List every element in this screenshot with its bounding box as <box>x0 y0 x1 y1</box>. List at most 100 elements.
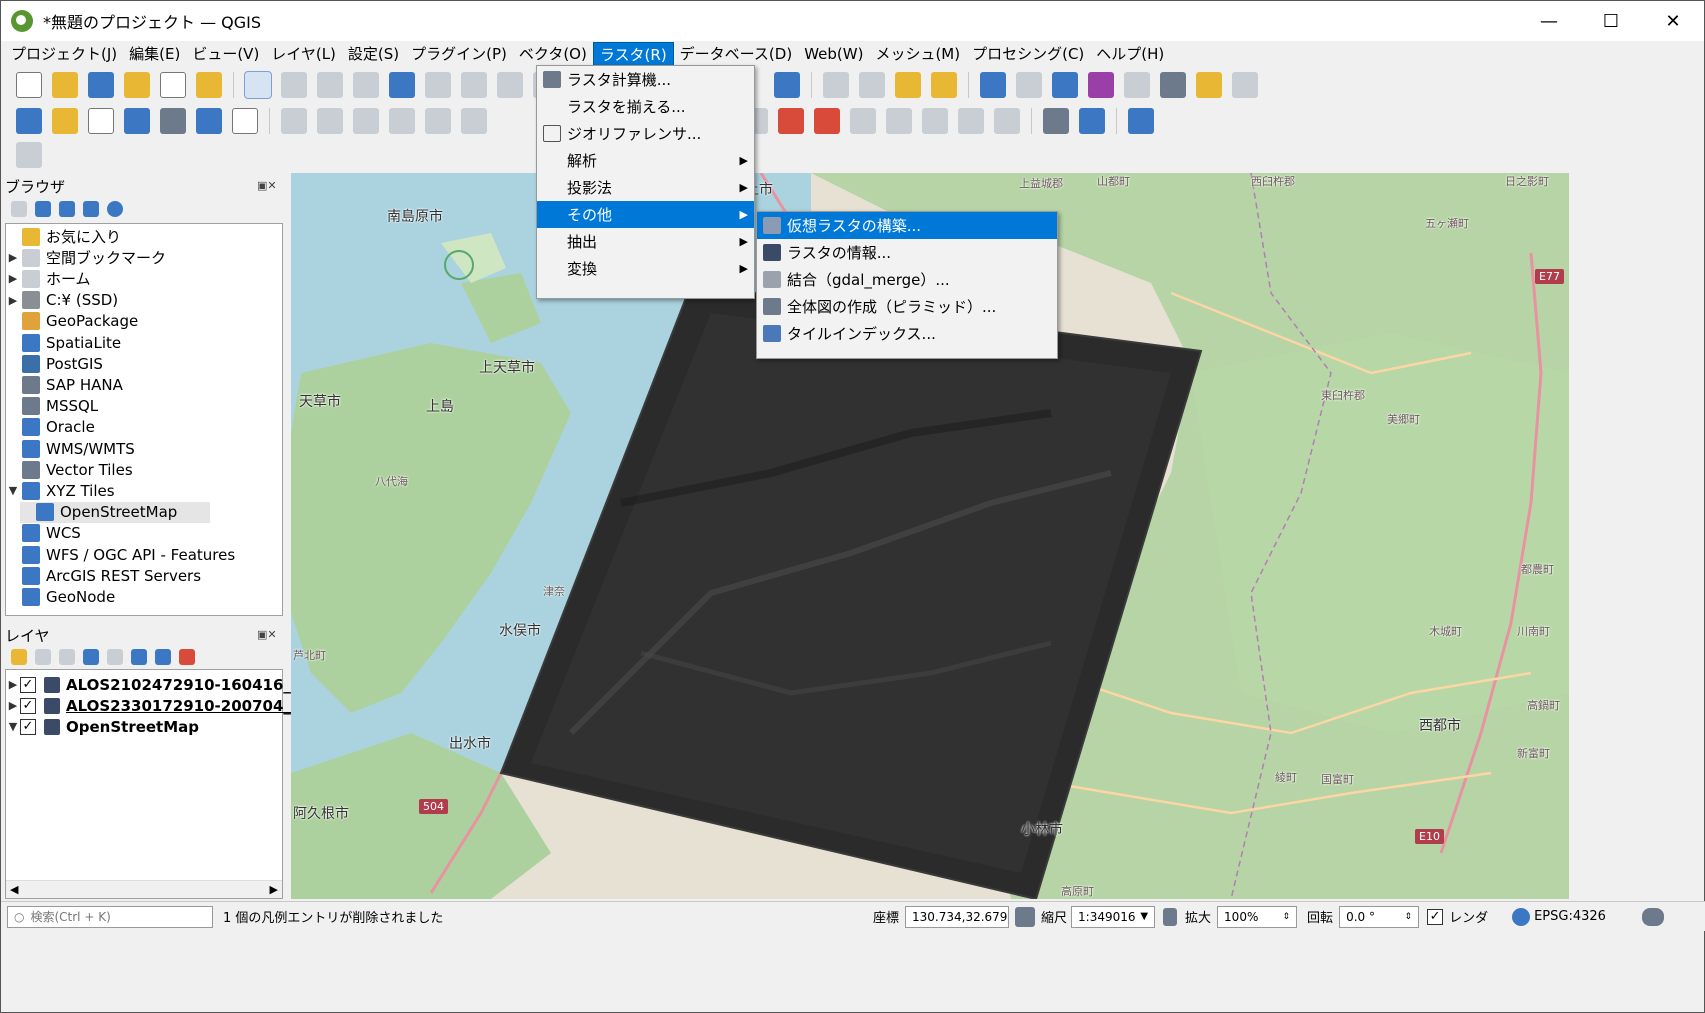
pan-to-selection-icon[interactable] <box>281 72 307 98</box>
browser-item[interactable]: Oracle <box>6 417 95 438</box>
close-button[interactable]: ✕ <box>1642 1 1704 41</box>
locator-search-input[interactable]: ○ 検索(Ctrl + K) <box>7 905 213 928</box>
menu-help[interactable]: ヘルプ(H) <box>1090 42 1170 66</box>
menu-item-tile-index[interactable]: タイルインデックス... <box>757 320 1057 347</box>
scroll-left-icon[interactable]: ◀ <box>10 883 18 896</box>
select-by-value-icon[interactable] <box>859 72 885 98</box>
zoom-native-icon[interactable] <box>497 72 523 98</box>
zoom-out-icon[interactable] <box>353 72 379 98</box>
browser-item[interactable]: OpenStreetMap <box>20 501 210 523</box>
menu-item-miscellaneous[interactable]: その他 ▶ <box>537 201 754 228</box>
add-selected-layers-icon[interactable] <box>11 201 27 217</box>
expand-arrow-icon[interactable]: ▶ <box>6 294 20 307</box>
attribute-table-icon[interactable] <box>1016 72 1042 98</box>
python-console-icon[interactable] <box>1079 108 1105 134</box>
menu-item-build-overviews[interactable]: 全体図の作成（ピラミッド）... <box>757 293 1057 320</box>
menu-item-align-rasters[interactable]: ラスタを揃える... <box>537 93 754 120</box>
add-group-icon[interactable] <box>35 649 51 665</box>
browser-item[interactable]: MSSQL <box>6 396 98 417</box>
menu-layer[interactable]: レイヤ(L) <box>265 42 342 66</box>
data-source-manager-icon[interactable] <box>16 108 42 134</box>
menu-mesh[interactable]: メッシュ(M) <box>869 42 966 66</box>
digitize-pencil-icon[interactable] <box>281 108 307 134</box>
expand-arrow-icon[interactable]: ▼ <box>6 720 20 733</box>
new-print-layout-icon[interactable] <box>124 72 150 98</box>
plugin-globe-icon[interactable] <box>1043 108 1069 134</box>
browser-item[interactable]: ▼ XYZ Tiles <box>6 480 115 501</box>
browser-item[interactable]: お気に入り <box>6 226 121 247</box>
browser-item[interactable]: ▶ C:¥ (SSD) <box>6 290 118 311</box>
browser-item[interactable]: ▶ ホーム <box>6 268 91 289</box>
menu-item-georeferencer[interactable]: ジオリファレンサ... <box>537 120 754 147</box>
expand-arrow-icon[interactable]: ▶ <box>6 251 20 264</box>
filter-legend-icon[interactable] <box>83 649 99 665</box>
spin-arrows-icon[interactable]: ⇕ <box>1283 912 1291 922</box>
save-project-icon[interactable] <box>88 72 114 98</box>
panel-float-close-icon[interactable]: ▣✕ <box>257 628 283 642</box>
expand-arrow-icon[interactable]: ▼ <box>6 484 20 497</box>
browser-item[interactable]: SpatiaLite <box>6 332 121 353</box>
layout-manager-icon[interactable] <box>160 72 186 98</box>
browser-item[interactable]: GeoPackage <box>6 311 138 332</box>
menu-database[interactable]: データベース(D) <box>674 42 799 66</box>
filter-icon[interactable] <box>59 201 75 217</box>
statistics-sigma-icon[interactable] <box>1088 72 1114 98</box>
spin-arrows-icon[interactable]: ⇕ <box>1405 912 1413 922</box>
expand-all-icon[interactable] <box>131 649 147 665</box>
zoom-in-icon[interactable] <box>317 72 343 98</box>
move-label-icon[interactable] <box>922 108 948 134</box>
magnifier-spinbox[interactable]: 100% ⇕ <box>1217 905 1298 928</box>
collapse-all-icon[interactable] <box>155 649 171 665</box>
new-geopackage-layer-icon[interactable] <box>52 108 78 134</box>
locator-icon[interactable] <box>1232 72 1258 98</box>
browser-item[interactable]: Vector Tiles <box>6 459 133 480</box>
chevron-down-icon[interactable]: ▼ <box>1140 911 1148 922</box>
menu-item-analysis[interactable]: 解析 ▶ <box>537 147 754 174</box>
zoom-to-selection-icon[interactable] <box>425 72 451 98</box>
menu-vector[interactable]: ベクタ(O) <box>513 42 593 66</box>
filter-expression-icon[interactable] <box>107 649 123 665</box>
pin-labels-icon[interactable] <box>850 108 876 134</box>
menu-plugins[interactable]: プラグイン(P) <box>405 42 513 66</box>
zoom-full-icon[interactable] <box>389 72 415 98</box>
menu-raster[interactable]: ラスタ(R) <box>592 42 674 66</box>
help-icon[interactable] <box>1128 108 1154 134</box>
browser-item[interactable]: WCS <box>6 523 81 544</box>
vertex-tool-icon[interactable] <box>425 108 451 134</box>
browser-refresh-icon[interactable] <box>35 201 51 217</box>
menu-item-extraction[interactable]: 抽出 ▶ <box>537 228 754 255</box>
new-virtual-layer-icon[interactable] <box>196 108 222 134</box>
open-project-icon[interactable] <box>52 72 78 98</box>
menu-web[interactable]: Web(W) <box>798 42 869 66</box>
menu-settings[interactable]: 設定(S) <box>342 42 405 66</box>
crs-label[interactable]: EPSG:4326 <box>1534 909 1606 924</box>
new-spatialite-layer-icon[interactable] <box>124 108 150 134</box>
manage-visibility-icon[interactable] <box>59 649 75 665</box>
label-highlight-icon[interactable] <box>778 108 804 134</box>
menu-item-build-virtual-raster[interactable]: 仮想ラスタの構築... <box>757 212 1057 239</box>
menu-edit[interactable]: 編集(E) <box>123 42 186 66</box>
menu-item-conversion[interactable]: 変換 ▶ <box>537 255 754 282</box>
menu-item-raster-calculator[interactable]: ラスタ計算機... <box>537 66 754 93</box>
label-abc-icon[interactable] <box>814 108 840 134</box>
select-features-icon[interactable] <box>823 72 849 98</box>
layer-visibility-checkbox[interactable]: ✓ <box>20 676 36 693</box>
minimize-button[interactable]: — <box>1518 1 1580 41</box>
delete-selected-icon[interactable] <box>461 108 487 134</box>
browser-item[interactable]: ▶ 空間ブックマーク <box>6 247 166 268</box>
browser-item[interactable]: GeoNode <box>6 586 115 607</box>
new-shapefile-layer-icon[interactable] <box>88 108 114 134</box>
settings-gear-icon[interactable] <box>1052 72 1078 98</box>
add-feature-icon[interactable] <box>389 108 415 134</box>
menu-item-raster-info[interactable]: ラスタの情報... <box>757 239 1057 266</box>
expand-arrow-icon[interactable]: ▶ <box>6 678 20 691</box>
style-manager-icon[interactable] <box>196 72 222 98</box>
layer-visibility-checkbox[interactable]: ✓ <box>20 697 36 714</box>
zoom-to-layer-icon[interactable] <box>461 72 487 98</box>
layer-visibility-checkbox[interactable]: ✓ <box>20 718 36 735</box>
info-icon[interactable] <box>107 201 123 217</box>
pan-hand-icon[interactable] <box>244 71 272 99</box>
scale-combobox[interactable]: 1:349016 ▼ <box>1071 905 1156 928</box>
messages-icon[interactable] <box>1641 907 1664 926</box>
browser-item[interactable]: WFS / OGC API - Features <box>6 544 235 565</box>
